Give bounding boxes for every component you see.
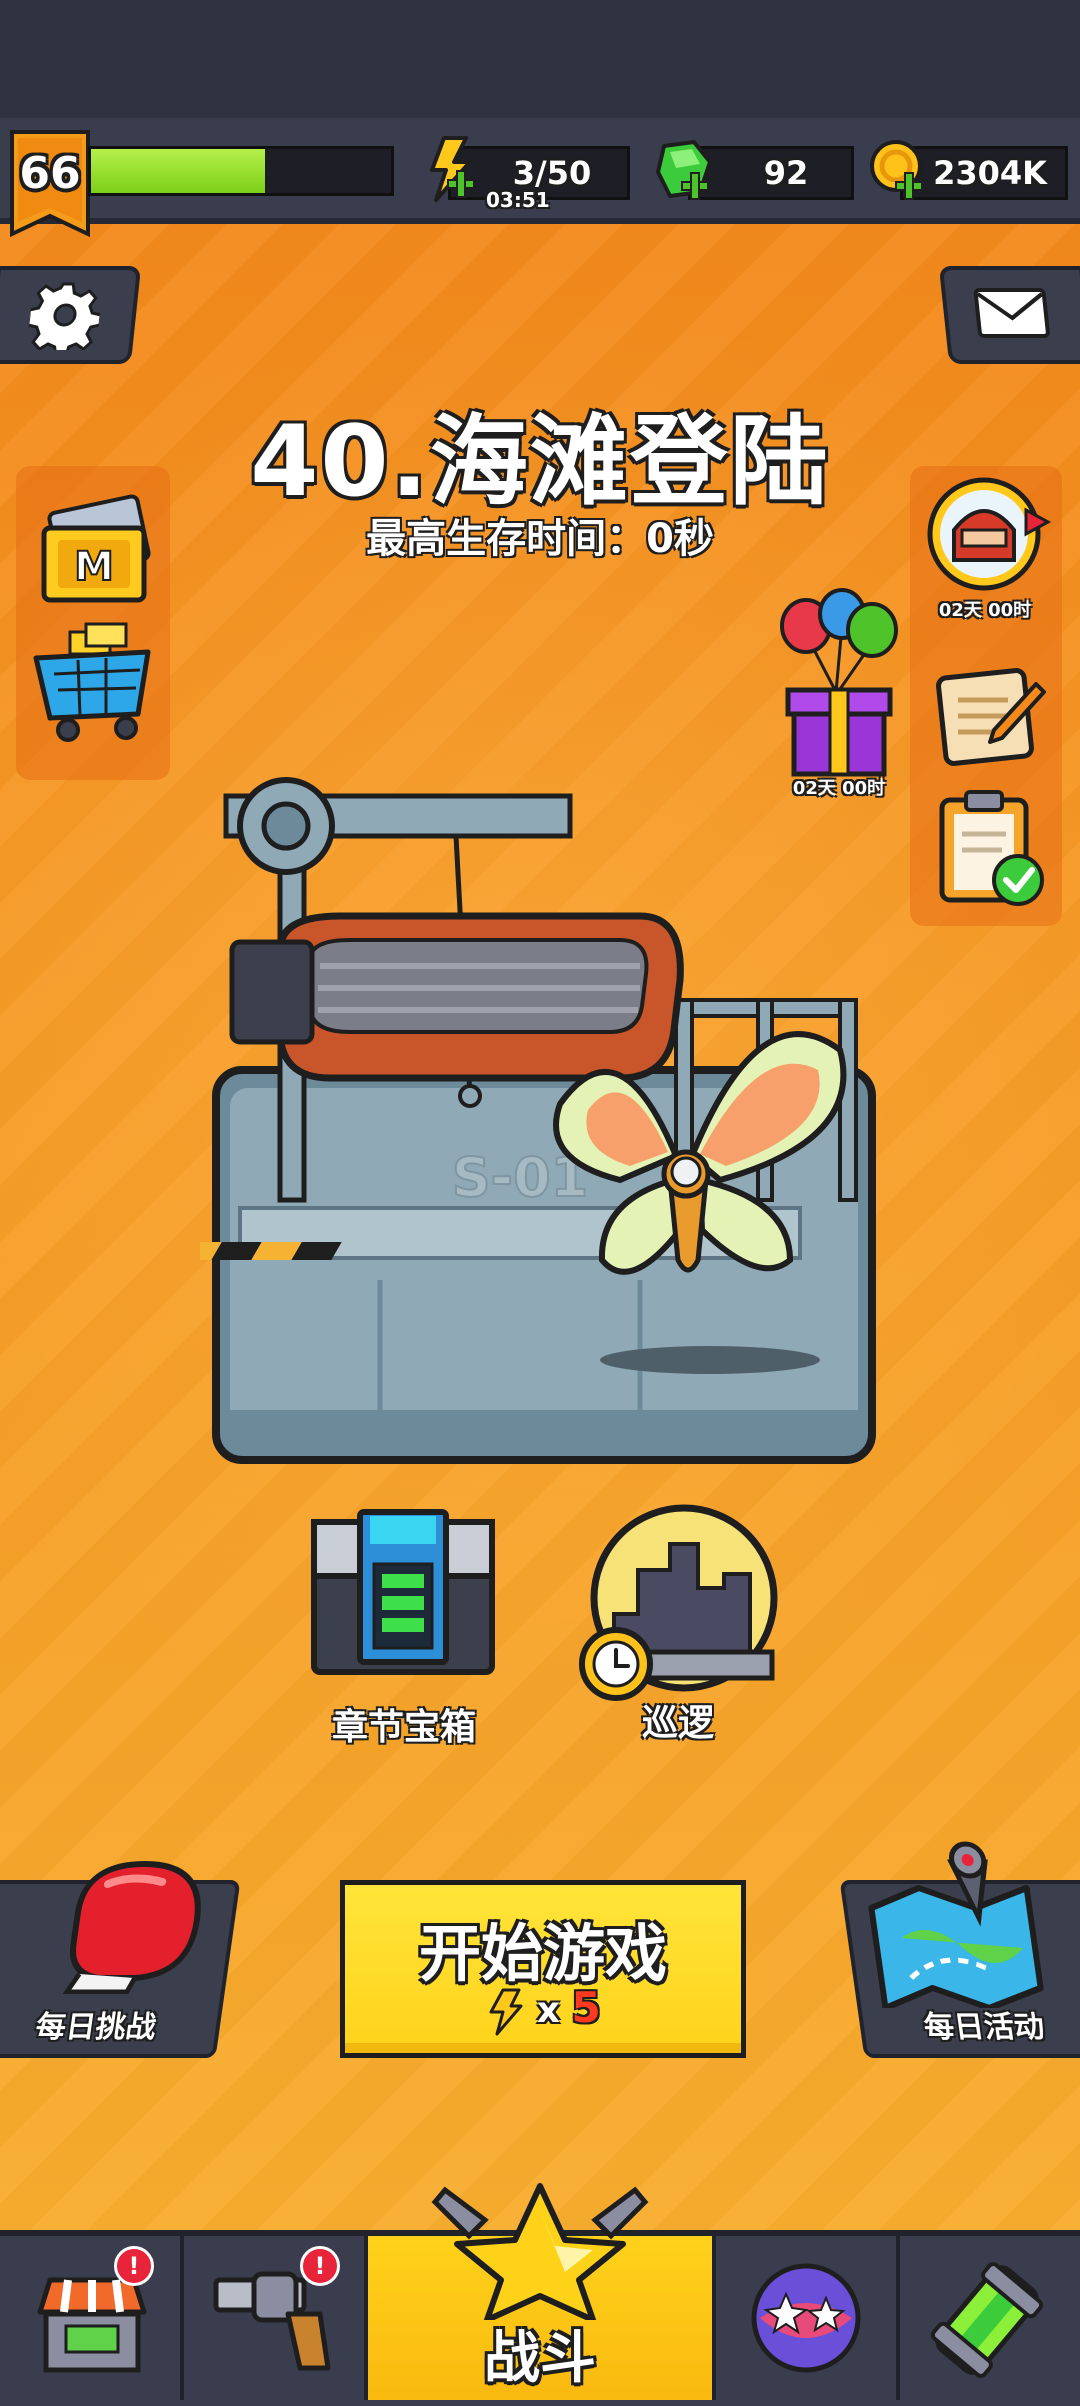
start-game-label: 开始游戏 — [418, 1917, 667, 1990]
boxing-glove-icon — [62, 1860, 201, 1994]
xp-progress-fill — [91, 149, 265, 193]
star-orb-icon — [751, 2263, 861, 2373]
lightning-plus-icon[interactable] — [414, 134, 486, 206]
task-clipboard-icon[interactable] — [932, 786, 1048, 910]
svg-text:M: M — [74, 544, 114, 590]
shop-alert-badge: ! — [114, 2246, 154, 2286]
status-strip — [0, 0, 1080, 118]
balloon-gift-icon[interactable] — [774, 586, 904, 782]
nav-tab-shop[interactable]: ! — [0, 2236, 184, 2400]
battle-star-icon — [431, 2183, 649, 2320]
chapter-chest-icon[interactable] — [308, 1508, 498, 1688]
gem-value: 92 — [763, 154, 809, 192]
nav-tab-evolution[interactable] — [900, 2236, 1080, 2400]
scroll-quest-icon[interactable] — [928, 660, 1048, 770]
stage-scene-image[interactable]: S-01 — [200, 760, 890, 1480]
gear-icon — [26, 282, 103, 350]
monthly-card-icon[interactable]: M — [32, 494, 162, 614]
nav-tab-battle[interactable]: 战斗 — [368, 2183, 716, 2400]
player-level-badge[interactable]: 66 — [10, 130, 90, 240]
envelope-icon — [973, 288, 1050, 338]
treasure-map-icon — [868, 1841, 1044, 2008]
xp-progress-bar — [88, 146, 394, 196]
daily-challenge-label: 每日挑战 — [33, 2010, 159, 2045]
start-cost: x 5 — [345, 1983, 741, 2036]
hero-event-icon[interactable] — [922, 476, 1052, 596]
daily-event-label: 每日活动 — [921, 2010, 1047, 2045]
coin-value: 2304K — [933, 154, 1047, 192]
daily-challenge-button[interactable]: 每日挑战 — [0, 1860, 241, 2058]
gem-plus-icon[interactable] — [650, 134, 722, 206]
shop-cart-icon[interactable] — [30, 618, 160, 748]
dna-capsule-icon — [930, 2262, 1044, 2378]
hero-event-timer: 02天 00时 — [938, 600, 1032, 621]
daily-event-button[interactable]: 每日活动 — [839, 1841, 1080, 2058]
settings-button[interactable] — [0, 266, 142, 364]
start-cost-value: 5 — [571, 1983, 601, 2032]
player-level: 66 — [19, 148, 81, 199]
lightning-icon — [489, 1988, 523, 2036]
patrol-icon[interactable] — [574, 1504, 784, 1704]
energy-timer: 03:51 — [486, 188, 550, 212]
nav-tab-talents[interactable] — [716, 2236, 900, 2400]
battle-tab-label: 战斗 — [484, 2326, 596, 2391]
weapons-alert-badge: ! — [300, 2246, 340, 2286]
mail-button[interactable] — [938, 266, 1080, 364]
start-cost-multiplier: x — [536, 1990, 560, 2031]
start-game-button[interactable]: 开始游戏 x 5 — [340, 1880, 746, 2058]
chapter-chest-label: 章节宝箱 — [331, 1707, 476, 1748]
coin-plus-icon[interactable] — [864, 134, 936, 206]
patrol-label: 巡逻 — [641, 1703, 714, 1744]
nav-tab-weapons[interactable]: ! — [184, 2236, 368, 2400]
